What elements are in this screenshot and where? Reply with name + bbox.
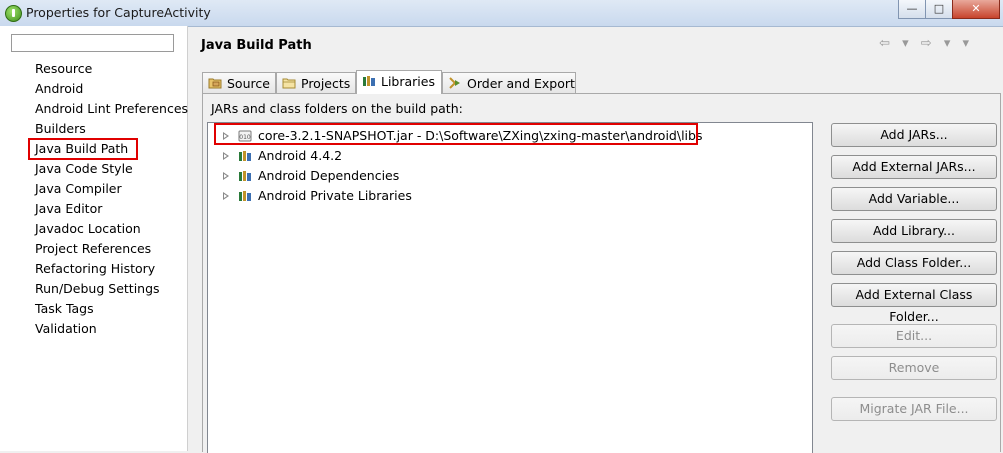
sidebar-item-java-code-style[interactable]: Java Code Style (19, 160, 133, 178)
add-variable-button[interactable]: Add Variable... (831, 187, 997, 211)
sidebar-item-label: Android Lint Preferences (35, 101, 189, 116)
sidebar-item-label: Android (35, 81, 84, 96)
library-icon (239, 171, 251, 181)
minimize-button[interactable]: — (898, 0, 926, 19)
libraries-icon (363, 76, 375, 86)
list-item-label: Android 4.4.2 (258, 148, 343, 163)
expand-arrow-icon[interactable] (19, 184, 25, 194)
sidebar-item-validation[interactable]: Validation (19, 320, 97, 338)
sidebar-item-label: Project References (35, 241, 152, 256)
tab-order-and-export[interactable]: Order and Export (442, 72, 576, 93)
history-nav-arrows-icon[interactable]: ⇦ ▾ ⇨ ▾ ▾ (879, 36, 973, 51)
sidebar-item-android[interactable]: Android (35, 80, 83, 98)
window-title: Properties for CaptureActivity (26, 5, 211, 20)
sidebar-item-label: Java Code Style (35, 161, 133, 176)
list-item[interactable]: Android 4.4.2 (208, 146, 508, 166)
tab-label: Source (227, 76, 270, 91)
tab-label: Libraries (381, 74, 435, 89)
maximize-button[interactable]: □ (925, 0, 953, 19)
highlight-annotation (214, 123, 698, 145)
sidebar-item-label: Validation (35, 321, 97, 336)
page-title: Java Build Path (201, 38, 312, 53)
add-external-class-folder-button[interactable]: Add External Class Folder... (831, 283, 997, 324)
sidebar-item-project-references[interactable]: Project References (35, 240, 151, 258)
add-external-jars-button[interactable]: Add External JARs... (831, 155, 997, 179)
tab-projects[interactable]: Projects (276, 72, 356, 93)
sidebar-item-java-editor[interactable]: Java Editor (19, 200, 103, 218)
tab-label: Order and Export (467, 76, 575, 91)
expand-arrow-icon[interactable] (19, 64, 25, 74)
highlight-annotation (28, 138, 138, 160)
remove-button[interactable]: Remove (831, 356, 997, 380)
tab-label: Projects (301, 76, 351, 91)
libraries-tab-pane: JARs and class folders on the build path… (202, 93, 1001, 453)
title-bar: Properties for CaptureActivity — □ ✕ (0, 0, 1003, 27)
sidebar-item-label: Refactoring History (35, 261, 156, 276)
build-path-label: JARs and class folders on the build path… (211, 101, 463, 116)
property-page-tree: Resource Android Android Lint Preference… (0, 26, 188, 451)
expand-arrow-icon[interactable] (19, 164, 25, 174)
add-jars-button[interactable]: Add JARs... (831, 123, 997, 147)
sidebar-item-label: Run/Debug Settings (35, 281, 160, 296)
expand-arrow-icon[interactable] (19, 204, 25, 214)
close-button[interactable]: ✕ (952, 0, 1000, 19)
list-item-label: Android Dependencies (258, 168, 400, 183)
expand-arrow-icon[interactable] (223, 152, 229, 160)
expand-arrow-icon[interactable] (19, 324, 25, 334)
projects-folder-icon (282, 78, 296, 89)
list-item[interactable]: Android Private Libraries (208, 186, 508, 206)
sidebar-item-label: Resource (35, 61, 93, 76)
tab-libraries[interactable]: Libraries (356, 70, 442, 94)
expand-arrow-icon[interactable] (223, 172, 229, 180)
add-library-button[interactable]: Add Library... (831, 219, 997, 243)
order-export-icon (449, 77, 460, 89)
sidebar-item-label: Java Compiler (35, 181, 122, 196)
filter-input[interactable] (11, 34, 174, 52)
sidebar-item-label: Java Editor (35, 201, 103, 216)
sidebar-item-refactoring-history[interactable]: Refactoring History (35, 260, 155, 278)
build-path-library-list[interactable]: 010 core-3.2.1-SNAPSHOT.jar - D:\Softwar… (207, 122, 813, 453)
library-icon (239, 191, 251, 201)
eclipse-app-icon (5, 5, 22, 22)
expand-arrow-icon[interactable] (223, 192, 229, 200)
sidebar-item-builders[interactable]: Builders (35, 120, 86, 138)
sidebar-item-label: Task Tags (35, 301, 94, 316)
source-folder-icon (208, 78, 222, 89)
sidebar-item-resource[interactable]: Resource (19, 60, 93, 78)
sidebar-item-android-lint-preferences[interactable]: Android Lint Preferences (35, 100, 188, 118)
tab-source[interactable]: Source (202, 72, 276, 93)
migrate-jar-file-button[interactable]: Migrate JAR File... (831, 397, 997, 421)
sidebar-item-label: Builders (35, 121, 86, 136)
list-item-label: Android Private Libraries (258, 188, 412, 203)
list-item[interactable]: Android Dependencies (208, 166, 508, 186)
add-class-folder-button[interactable]: Add Class Folder... (831, 251, 997, 275)
sidebar-item-javadoc-location[interactable]: Javadoc Location (35, 220, 141, 238)
sidebar-item-task-tags[interactable]: Task Tags (35, 300, 94, 318)
sidebar-item-java-compiler[interactable]: Java Compiler (19, 180, 122, 198)
edit-button[interactable]: Edit... (831, 324, 997, 348)
sidebar-item-run-debug-settings[interactable]: Run/Debug Settings (35, 280, 160, 298)
property-page-content: Java Build Path ⇦ ▾ ⇨ ▾ ▾ Source Project… (188, 26, 1003, 453)
sidebar-item-label: Javadoc Location (35, 221, 141, 236)
library-icon (239, 151, 251, 161)
